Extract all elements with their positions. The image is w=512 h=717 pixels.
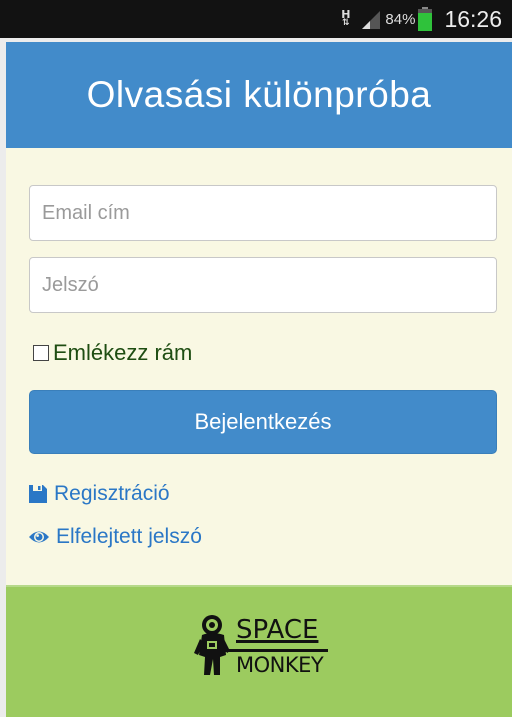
clock: 16:26 — [444, 5, 502, 32]
remember-me-checkbox[interactable]: Emlékezz rám — [33, 340, 192, 366]
password-field[interactable] — [29, 257, 497, 313]
checkbox-box[interactable] — [33, 345, 49, 361]
login-card: Olvasási különpróba Emlékezz rám Bejelen… — [6, 42, 512, 717]
register-link-label: Regisztráció — [54, 482, 170, 505]
register-link[interactable]: Regisztráció — [28, 482, 170, 506]
footer: SPACE MONKEY — [6, 585, 512, 717]
login-button[interactable]: Bejelentkezés — [29, 390, 497, 454]
logo-text-monkey: MONKEY — [236, 653, 324, 677]
status-bar: H ⇅ 84% 16:26 — [0, 0, 512, 38]
forgot-password-label: Elfelejtett jelszó — [56, 525, 202, 548]
logo-divider — [222, 649, 328, 652]
battery-icon — [418, 7, 433, 31]
astronaut-icon — [194, 615, 230, 675]
space-monkey-logo: SPACE MONKEY — [194, 613, 334, 681]
forgot-password-link[interactable]: Elfelejtett jelszó — [28, 525, 202, 549]
signal-strength-icon — [362, 11, 381, 29]
logo-text-space: SPACE — [236, 615, 319, 645]
floppy-disk-icon — [29, 485, 47, 503]
page-title: Olvasási különpróba — [6, 42, 512, 148]
email-field[interactable] — [29, 185, 497, 241]
network-type-indicator: H ⇅ — [341, 8, 351, 28]
battery-percent: 84% — [385, 10, 416, 28]
eye-icon — [29, 531, 49, 543]
remember-me-label: Emlékezz rám — [53, 340, 193, 365]
